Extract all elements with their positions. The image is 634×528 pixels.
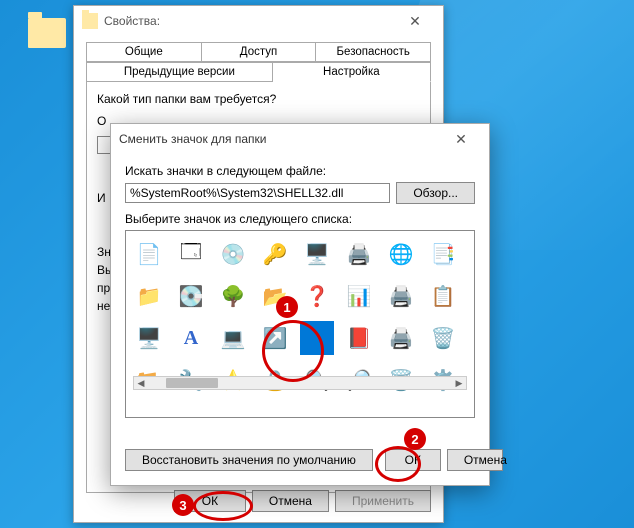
grid-icon[interactable]: 🌐 <box>384 237 418 271</box>
grid-icon[interactable]: 📄 <box>132 237 166 271</box>
grid-icon[interactable]: 📁 <box>132 279 166 313</box>
grid-icon[interactable]: 🌳 <box>216 279 250 313</box>
desktop-folder-icon[interactable] <box>28 18 66 48</box>
grid-icon[interactable]: ↗️ <box>258 321 292 355</box>
tab-security[interactable]: Безопасность <box>316 42 431 62</box>
grid-icon[interactable]: 🔑 <box>258 237 292 271</box>
grid-icon[interactable]: 📋 <box>426 279 460 313</box>
grid-icon[interactable]: 📑 <box>426 237 460 271</box>
search-file-label: Искать значки в следующем файле: <box>125 164 475 178</box>
close-icon[interactable]: ✕ <box>441 125 481 153</box>
grid-icon[interactable]: 📂 <box>258 279 292 313</box>
tab-customize[interactable]: Настройка <box>273 62 431 82</box>
grid-icon[interactable]: 🖨️ <box>384 321 418 355</box>
cancel-button[interactable]: Отмена <box>252 490 329 512</box>
grid-icon[interactable]: 🖨️ <box>342 237 376 271</box>
grid-icon[interactable]: ❓ <box>300 279 334 313</box>
grid-icon[interactable]: 📕 <box>342 321 376 355</box>
properties-titlebar[interactable]: Свойства: ✕ <box>74 6 443 36</box>
ok-button[interactable]: ОК <box>174 490 246 512</box>
tab-sharing[interactable]: Доступ <box>202 42 317 62</box>
icon-grid-scrollbar[interactable]: ◀ ▶ <box>133 376 467 390</box>
grid-icon[interactable]: 🗔 <box>174 237 208 271</box>
grid-icon[interactable]: 🖥️ <box>300 237 334 271</box>
tab-previous-versions[interactable]: Предыдущие версии <box>86 62 273 82</box>
ok-button[interactable]: ОК <box>385 449 441 471</box>
scroll-right-icon[interactable]: ▶ <box>452 377 466 389</box>
close-icon[interactable]: ✕ <box>395 7 435 35</box>
change-icon-title: Сменить значок для папки <box>119 132 441 146</box>
grid-icon[interactable]: A <box>174 321 208 355</box>
grid-icon[interactable]: 🖨️ <box>384 279 418 313</box>
folder-type-question: Какой тип папки вам требуется? <box>97 92 420 106</box>
grid-icon-selected[interactable] <box>300 321 334 355</box>
change-icon-dialog: Сменить значок для папки ✕ Искать значки… <box>110 123 490 486</box>
scroll-left-icon[interactable]: ◀ <box>134 377 148 389</box>
grid-icon[interactable]: 🖥️ <box>132 321 166 355</box>
grid-icon[interactable]: 📊 <box>342 279 376 313</box>
grid-icon[interactable]: 💻 <box>216 321 250 355</box>
change-icon-titlebar[interactable]: Сменить значок для папки ✕ <box>111 124 489 154</box>
folder-icon <box>82 13 98 29</box>
grid-icon[interactable]: 💿 <box>216 237 250 271</box>
icon-path-input[interactable] <box>125 183 390 203</box>
browse-button[interactable]: Обзор... <box>396 182 475 204</box>
pick-icon-label: Выберите значок из следующего списка: <box>125 212 475 226</box>
tab-general[interactable]: Общие <box>86 42 202 62</box>
grid-icon[interactable]: 🗑️ <box>426 321 460 355</box>
cancel-button[interactable]: Отмена <box>447 449 503 471</box>
scroll-thumb[interactable] <box>166 378 218 388</box>
apply-button: Применить <box>335 490 431 512</box>
properties-title: Свойства: <box>104 14 395 28</box>
restore-defaults-button[interactable]: Восстановить значения по умолчанию <box>125 449 373 471</box>
grid-icon[interactable]: 💽 <box>174 279 208 313</box>
